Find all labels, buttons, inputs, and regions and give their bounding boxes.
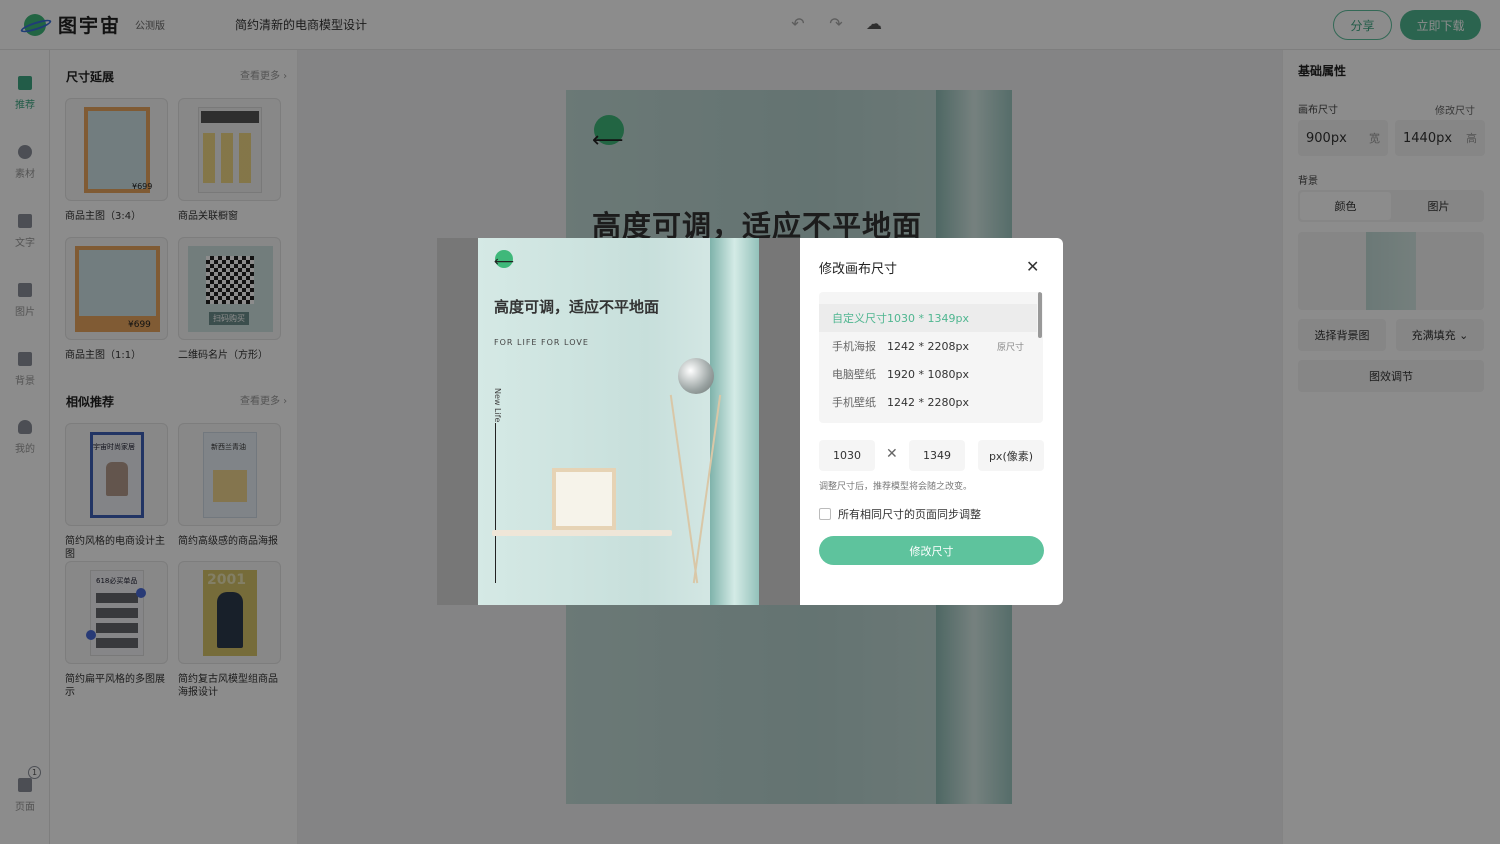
- size-preset-phone-poster[interactable]: 手机海报 1242 * 2208px 原尺寸: [819, 332, 1037, 360]
- preset-name: 自定义尺寸: [832, 312, 887, 325]
- multiply-icon: ✕: [886, 446, 898, 462]
- preset-name: 手机海报: [832, 340, 876, 353]
- size-preset-phone-wallpaper[interactable]: 手机壁纸 1242 * 2280px: [819, 388, 1037, 416]
- preview-shelf: [492, 530, 672, 536]
- preview-vertical-text: New Life: [493, 388, 502, 423]
- preset-dims: 1920 * 1080px: [887, 367, 969, 381]
- size-preset-custom[interactable]: 自定义尺寸 1030 * 1349px: [819, 304, 1037, 332]
- preview-subtitle: FOR LIFE FOR LOVE: [494, 338, 589, 347]
- modal-preview: ⟵ 高度可调，适应不平地面 FOR LIFE FOR LOVE New Life: [478, 238, 759, 605]
- original-size-tag: 原尺寸: [997, 342, 1025, 353]
- checkbox-label: 所有相同尺寸的页面同步调整: [838, 508, 981, 521]
- checkbox-box[interactable]: [819, 508, 831, 520]
- preview-picture-frame: [552, 468, 616, 530]
- sync-pages-checkbox[interactable]: 所有相同尺寸的页面同步调整: [819, 506, 981, 522]
- preset-dims: 1242 * 2208px: [887, 339, 969, 353]
- size-preset-desktop-wallpaper[interactable]: 电脑壁纸 1920 * 1080px: [819, 360, 1037, 388]
- unit-select[interactable]: px(像素): [978, 440, 1044, 471]
- close-icon[interactable]: ✕: [1026, 257, 1039, 276]
- list-scrollbar[interactable]: [1038, 292, 1042, 338]
- arrow-icon: ⟵: [494, 254, 515, 270]
- preview-lamp: [678, 358, 714, 394]
- size-preset-list: 自定义尺寸 1030 * 1349px 手机海报 1242 * 2208px 原…: [819, 292, 1043, 423]
- width-input[interactable]: 1030: [819, 440, 875, 471]
- height-input[interactable]: 1349: [909, 440, 965, 471]
- confirm-resize-button[interactable]: 修改尺寸: [819, 536, 1044, 565]
- preset-dims: 1030 * 1349px: [887, 311, 969, 325]
- preset-dims: 1242 * 2280px: [887, 395, 969, 409]
- preview-title: 高度可调，适应不平地面: [494, 298, 660, 316]
- dialog-title: 修改画布尺寸: [819, 262, 898, 277]
- resize-hint: 调整尺寸后，推荐模型将会随之改变。: [819, 482, 973, 492]
- preset-name: 电脑壁纸: [832, 368, 876, 381]
- resize-canvas-dialog: 修改画布尺寸 ✕ 自定义尺寸 1030 * 1349px 手机海报 1242 *…: [800, 238, 1063, 605]
- preset-name: 手机壁纸: [832, 396, 876, 409]
- preview-line: [495, 423, 496, 583]
